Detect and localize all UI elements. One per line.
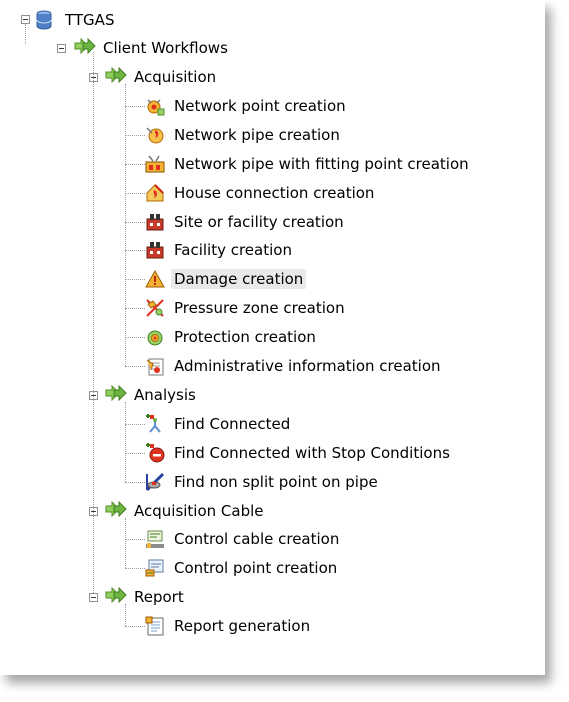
tree-item-report-generation[interactable]: Report generation [145, 613, 313, 639]
tree-connector [125, 337, 145, 339]
find-connected-stop-icon [145, 442, 165, 463]
tree-item-find-non-split-point-on-pipe[interactable]: Find non split point on pipe [145, 469, 381, 495]
tree-node-report-label: Report [134, 588, 184, 607]
tree-item-find-connected-label: Find Connected [174, 414, 291, 433]
tree-node-client-workflows[interactable]: Client Workflows [74, 35, 231, 61]
tree-item-network-pipe-with-fitting-point-creation[interactable]: Network pipe with fitting point creation [145, 151, 472, 177]
tree-connector [125, 401, 126, 482]
control-cable-icon [145, 529, 165, 549]
tree-connector [125, 539, 145, 541]
house-connection-icon [145, 183, 165, 203]
tree-connector [125, 134, 145, 136]
tree-item-protection-creation-label: Protection creation [174, 328, 316, 347]
tree-item-network-pipe-creation[interactable]: Network pipe creation [145, 122, 343, 148]
tree-item-site-or-facility-creation-label: Site or facility creation [174, 212, 344, 231]
collapse-client-workflows-button[interactable] [57, 44, 66, 53]
tree-connector [125, 279, 145, 281]
tree-node-analysis[interactable]: Analysis [105, 382, 199, 408]
tree-connector [125, 423, 145, 425]
tree-node-acquisition-label: Acquisition [134, 68, 217, 86]
tree-connector [93, 52, 94, 594]
facility-icon [145, 240, 165, 260]
tree-item-find-connected-with-stop-conditions-label: Find Connected with Stop Conditions [174, 443, 450, 462]
workflow-arrows-icon [105, 500, 127, 521]
tree-node-ttgas[interactable]: TTGAS [36, 7, 117, 33]
tree-item-facility-creation-label: Facility creation [174, 241, 292, 260]
tree-node-report[interactable]: Report [105, 584, 187, 610]
report-icon [145, 616, 165, 636]
tree-connector [125, 221, 145, 223]
tree-connector [125, 366, 145, 367]
protection-icon [145, 327, 165, 347]
tree-connector [125, 192, 145, 194]
tree-item-report-generation-label: Report generation [174, 617, 311, 636]
tree-item-pressure-zone-creation-label: Pressure zone creation [174, 299, 345, 318]
tree-item-administrative-information-creation[interactable]: Administrative information creation [145, 353, 444, 379]
tree-node-ttgas-label: TTGAS [65, 11, 115, 29]
tree-item-damage-creation-label: Damage creation [171, 269, 307, 290]
tree-item-control-cable-creation-label: Control cable creation [174, 530, 340, 549]
tree-item-administrative-information-creation-label: Administrative information creation [174, 357, 441, 375]
tree-item-network-pipe-with-fitting-point-creation-label: Network pipe with fitting point creation [174, 154, 469, 173]
tree-connector [125, 626, 145, 628]
tree-item-pressure-zone-creation[interactable]: Pressure zone creation [145, 295, 348, 321]
tree-item-network-point-creation-label: Network point creation [174, 96, 346, 115]
tree-item-facility-creation[interactable]: Facility creation [145, 237, 295, 263]
workflow-arrows-icon [74, 38, 96, 58]
tree-connector [125, 517, 126, 569]
tree-panel: TTGAS Client Workflows Acquisition Network … [0, 0, 545, 675]
network-point-icon [145, 96, 165, 116]
tree-item-damage-creation[interactable]: Damage creation [145, 266, 307, 292]
control-point-icon [145, 558, 165, 578]
tree-connector [125, 604, 126, 627]
damage-warning-icon [145, 269, 165, 289]
find-connected-icon [145, 413, 165, 434]
tree-item-control-cable-creation[interactable]: Control cable creation [145, 526, 342, 552]
workflow-arrows-icon [105, 587, 127, 607]
tree-item-find-connected-with-stop-conditions[interactable]: Find Connected with Stop Conditions [145, 440, 453, 466]
site-facility-icon [145, 212, 165, 232]
admin-info-icon [145, 356, 165, 376]
tree-item-control-point-creation[interactable]: Control point creation [145, 555, 340, 581]
tree-connector [25, 24, 26, 44]
network-pipe-icon [145, 125, 165, 145]
tree-connector [125, 250, 145, 252]
workflow-tree: TTGAS Client Workflows Acquisition Network … [0, 0, 545, 675]
find-split-point-icon [145, 472, 165, 492]
tree-node-acquisition-cable-label: Acquisition Cable [134, 501, 264, 520]
tree-node-analysis-label: Analysis [134, 385, 196, 404]
tree-connector [125, 481, 145, 483]
pressure-zone-icon [145, 298, 165, 318]
tree-item-network-point-creation[interactable]: Network point creation [145, 93, 349, 119]
tree-connector [125, 568, 145, 570]
tree-item-network-pipe-creation-label: Network pipe creation [174, 125, 340, 144]
workflow-arrows-icon [105, 384, 127, 405]
workflow-arrows-icon [105, 67, 127, 87]
tree-item-control-point-creation-label: Control point creation [174, 559, 338, 578]
collapse-ttgas-button[interactable] [21, 15, 30, 24]
tree-connector [125, 308, 145, 310]
database-icon [36, 10, 56, 30]
tree-connector [125, 452, 145, 454]
pipe-fitting-icon [145, 154, 165, 174]
collapse-report-button[interactable] [89, 593, 98, 603]
tree-node-client-workflows-label: Client Workflows [103, 39, 228, 57]
tree-node-acquisition[interactable]: Acquisition [105, 64, 219, 90]
tree-item-house-connection-creation-label: House connection creation [174, 183, 375, 202]
tree-connector [125, 163, 145, 165]
tree-item-site-or-facility-creation[interactable]: Site or facility creation [145, 209, 347, 235]
tree-item-find-non-split-point-on-pipe-label: Find non split point on pipe [174, 472, 378, 491]
tree-item-protection-creation[interactable]: Protection creation [145, 324, 319, 350]
tree-node-acquisition-cable[interactable]: Acquisition Cable [105, 498, 267, 524]
tree-item-find-connected[interactable]: Find Connected [145, 411, 293, 437]
tree-connector [125, 84, 126, 366]
tree-item-house-connection-creation[interactable]: House connection creation [145, 180, 377, 206]
tree-connector [125, 105, 145, 107]
